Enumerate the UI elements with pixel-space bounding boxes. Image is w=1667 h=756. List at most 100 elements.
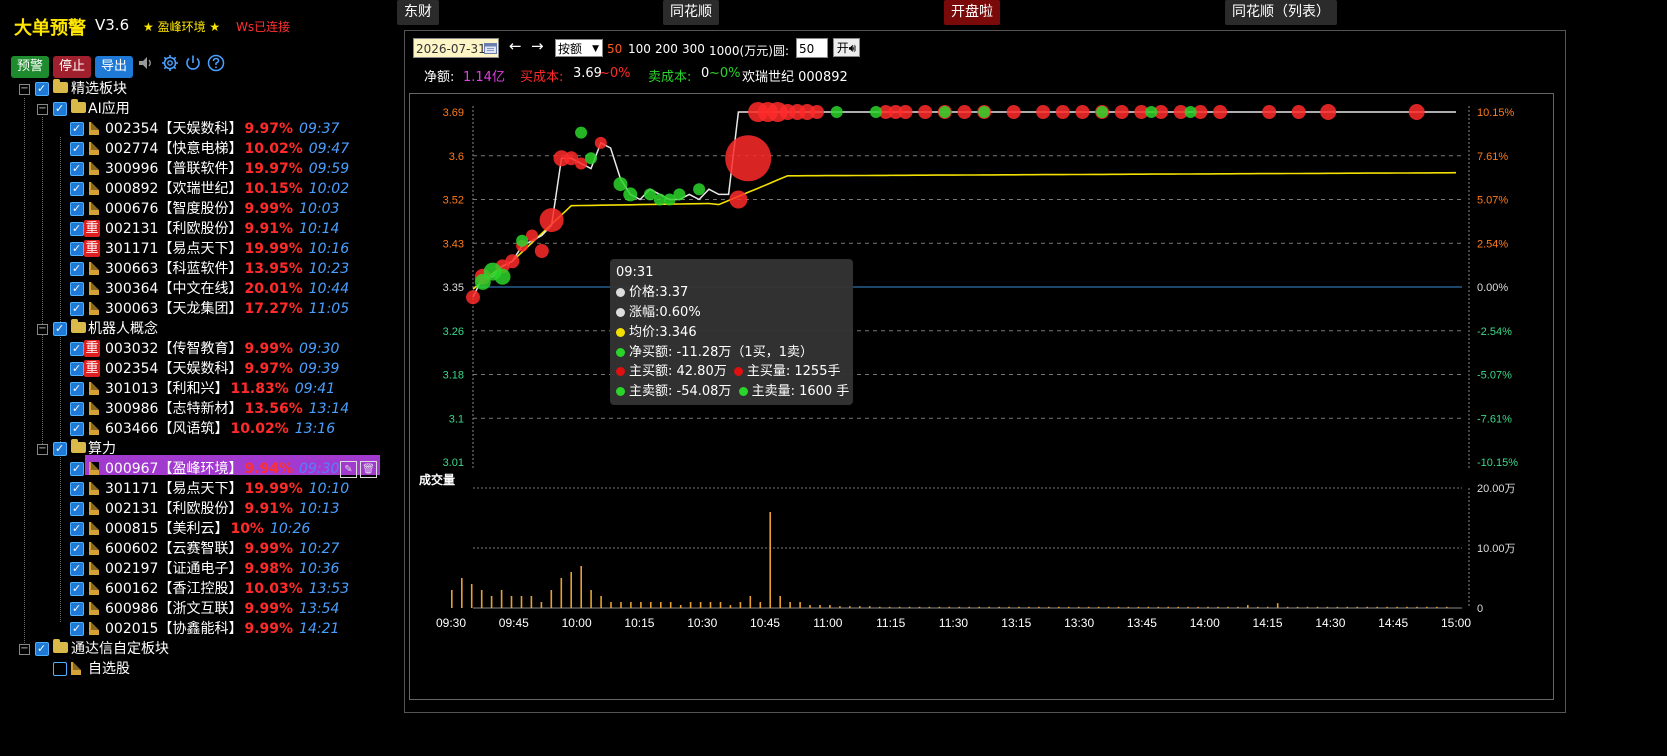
important-badge: 重 [84,220,100,237]
stock-entry[interactable]: 000967【盈峰环境】 9.94% 09:30 [105,459,339,479]
checkbox[interactable] [70,579,84,599]
volume-bar [868,606,871,608]
stock-entry[interactable]: 002197【证通电子】 9.98% 10:36 [105,559,339,579]
sell-bubble [1184,106,1197,118]
stock-row[interactable]: 重 301171【易点天下】19.99% 10:16 [0,239,380,259]
checkbox[interactable] [70,479,84,499]
volume-tick-label: 0 [1477,603,1483,615]
stock-entry[interactable]: 300663【科蓝软件】 13.95% 10:23 [105,259,349,279]
checkbox[interactable] [70,379,84,399]
stock-entry[interactable]: 003032【传智教育】 9.99% 09:30 [105,339,339,359]
stock-entry[interactable]: 600986【浙文互联】 9.99% 13:54 [105,599,339,619]
checkbox[interactable] [70,219,84,239]
checkbox[interactable] [70,139,84,159]
stock-row[interactable]: 300986【志特新材】13.56% 13:14 [0,399,380,419]
stock-entry[interactable]: 000892【欢瑞世纪】 10.15% 10:02 [105,179,349,199]
y-tick-label: 3.01 [443,457,464,469]
stock-row[interactable]: 600162【香江控股】10.03% 13:53 [0,579,380,599]
checkbox[interactable] [70,619,84,639]
stock-row[interactable]: 002131【利欧股份】9.91% 10:13 [0,499,380,519]
stock-entry[interactable]: 002774【快意电梯】 10.02% 09:47 [105,139,349,159]
edit-icon[interactable]: ✎ [340,461,357,478]
stock-row[interactable]: 002354【天娱数科】9.97% 09:37 [0,119,380,139]
stock-entry[interactable]: 002131【利欧股份】 9.91% 10:14 [105,219,339,239]
stock-row[interactable]: 002015【协鑫能科】9.99% 14:21 [0,619,380,639]
checkbox[interactable] [70,399,84,419]
stock-entry[interactable]: 301171【易点天下】 19.99% 10:16 [105,239,349,259]
checkbox[interactable] [70,419,84,439]
volume-bar [620,602,622,608]
stock-row[interactable]: 002774【快意电梯】10.02% 09:47 [0,139,380,159]
stock-entry[interactable]: 300986【志特新材】 13.56% 13:14 [105,399,349,419]
stock-row[interactable]: 300063【天龙集团】17.27% 11:05 [0,299,380,319]
stock-row[interactable]: 301171【易点天下】19.99% 10:10 [0,479,380,499]
stock-row[interactable]: 重 002131【利欧股份】9.91% 10:14 [0,219,380,239]
stock-row[interactable]: 603466【风语筑】10.02% 13:16 [0,419,380,439]
checkbox[interactable] [70,539,84,559]
tooltip-price-text: 价格:3.37 [629,285,689,300]
stock-entry[interactable]: 600602【云赛智联】 9.99% 10:27 [105,539,339,559]
stock-row[interactable]: 300996【普联软件】19.97% 09:59 [0,159,380,179]
checkbox[interactable] [70,499,84,519]
stock-entry[interactable]: 002131【利欧股份】 9.91% 10:13 [105,499,339,519]
checkbox[interactable] [70,159,84,179]
checkbox[interactable] [70,199,84,219]
document-icon [89,622,99,635]
stock-entry[interactable]: 300063【天龙集团】 17.27% 11:05 [105,299,349,319]
stock-entry[interactable]: 300996【普联软件】 19.97% 09:59 [105,159,349,179]
volume-bar [1167,606,1169,608]
stock-row[interactable]: 300364【中文在线】20.01% 10:44 [0,279,380,299]
volume-bar [1157,606,1160,608]
stock-row[interactable]: 600986【浙文互联】9.99% 13:54 [0,599,380,619]
stock-row[interactable]: 000892【欢瑞世纪】10.15% 10:02 [0,179,380,199]
stock-entry[interactable]: 603466【风语筑】 10.02% 13:16 [105,419,335,439]
stock-code: 301171 [105,481,159,497]
stock-entry[interactable]: 002015【协鑫能科】 9.99% 14:21 [105,619,339,639]
stock-name: 【利欧股份】 [158,501,243,517]
tooltip-mainsell: 主卖额: -54.08万 主卖量: 1600 手 [616,383,849,401]
checkbox[interactable] [70,179,84,199]
checkbox[interactable] [70,119,84,139]
tooltip-netbuy: 净买额: -11.28万（1买，1卖） [616,344,813,362]
checkbox[interactable] [70,279,84,299]
checkbox[interactable] [70,259,84,279]
volume-bar [789,602,791,608]
stock-row[interactable]: 301013【利和兴】11.83% 09:41 [0,379,380,399]
stock-row[interactable]: 000967【盈峰环境】9.94% 09:30✎🗑︎ [0,459,380,479]
stock-entry[interactable]: 301013【利和兴】 11.83% 09:41 [105,379,335,399]
stock-entry[interactable]: 301171【易点天下】 19.99% 10:10 [105,479,349,499]
checkbox[interactable] [70,459,84,479]
delete-icon[interactable]: 🗑︎ [360,461,377,478]
stock-entry[interactable]: 002354【天娱数科】 9.97% 09:39 [105,359,339,379]
stock-pct: 9.99% [244,541,294,557]
stock-row[interactable]: 600602【云赛智联】9.99% 10:27 [0,539,380,559]
stock-entry[interactable]: 000815【美利云】 10% 10:26 [105,519,310,539]
stock-row[interactable]: 重 003032【传智教育】9.99% 09:30 [0,339,380,359]
stock-row[interactable]: 000815【美利云】10% 10:26 [0,519,380,539]
stock-entry[interactable]: 000676【智度股份】 9.99% 10:03 [105,199,339,219]
stock-row[interactable]: 300663【科蓝软件】13.95% 10:23 [0,259,380,279]
stock-entry[interactable]: 002354【天娱数科】 9.97% 09:37 [105,119,339,139]
pct-tick-label: 5.07% [1477,195,1508,207]
stock-entry[interactable]: 600162【香江控股】 10.03% 13:53 [105,579,349,599]
checkbox[interactable] [70,559,84,579]
document-icon [89,382,99,395]
checkbox[interactable] [70,599,84,619]
checkbox[interactable] [70,299,84,319]
volume-bar [1356,606,1359,608]
buy-bubble [505,254,520,269]
volume-bar [928,606,931,608]
stock-row[interactable]: 重 002354【天娱数科】9.97% 09:39 [0,359,380,379]
volume-bar [1406,606,1408,608]
x-tick-label: 14:30 [1315,616,1345,630]
checkbox[interactable] [70,359,84,379]
checkbox[interactable] [70,339,84,359]
volume-bar [1426,606,1428,608]
stock-row[interactable]: 000676【智度股份】9.99% 10:03 [0,199,380,219]
volume-bar [1197,606,1199,608]
checkbox[interactable] [70,519,84,539]
checkbox[interactable] [70,239,84,259]
stock-entry[interactable]: 300364【中文在线】 20.01% 10:44 [105,279,349,299]
stock-row[interactable]: 002197【证通电子】9.98% 10:36 [0,559,380,579]
buy-bubble [1114,105,1129,119]
